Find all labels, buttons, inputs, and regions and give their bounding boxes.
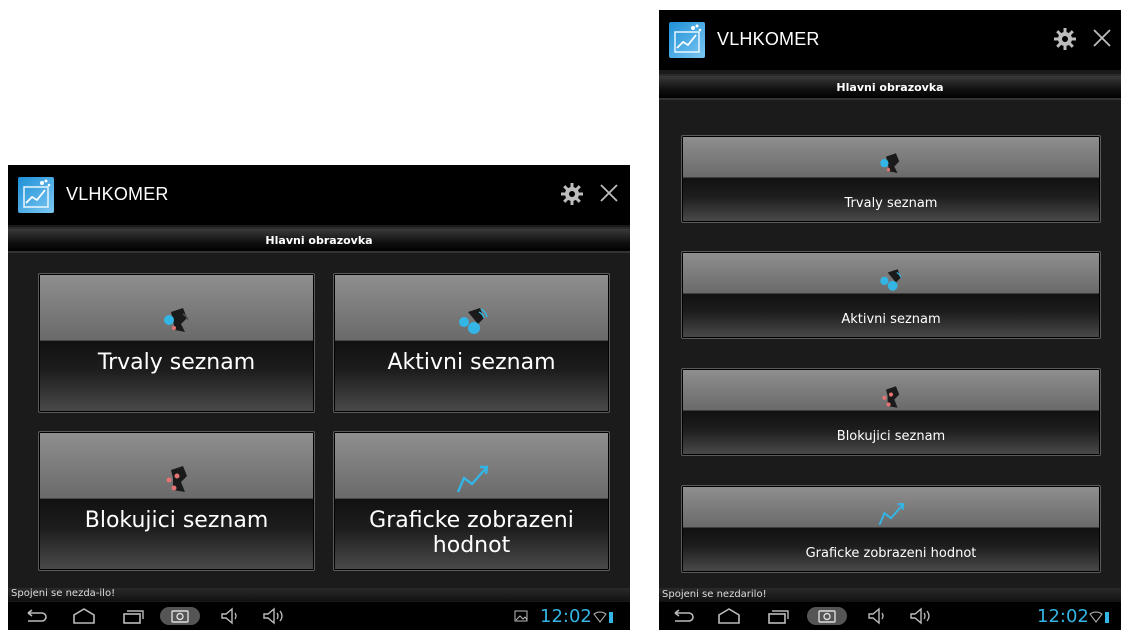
- app-title: VLHKOMER: [66, 184, 169, 204]
- settings-gear-icon[interactable]: [1053, 27, 1077, 51]
- blocking-list-button[interactable]: Blokujici seznam: [38, 431, 315, 571]
- app-title: VLHKOMER: [717, 29, 820, 49]
- wifi-battery-icon: [593, 611, 613, 623]
- active-list-button[interactable]: Aktivni seznam: [333, 273, 610, 413]
- recent-apps-icon[interactable]: [763, 607, 791, 625]
- permanent-list-label: Trvaly seznam: [844, 196, 938, 211]
- bluetooth-devices-icon: [163, 308, 189, 332]
- settings-gear-icon[interactable]: [560, 182, 584, 206]
- graph-values-label: Graficke zobrazeni hodnot: [805, 546, 977, 561]
- blocking-list-label: Blokujici seznam: [836, 429, 946, 444]
- bluetooth-active-icon: [458, 308, 488, 334]
- blocking-list-label: Blokujici seznam: [84, 508, 269, 533]
- volume-down-icon[interactable]: [216, 607, 244, 625]
- active-list-button[interactable]: Aktivni seznam: [681, 251, 1101, 339]
- back-icon[interactable]: [669, 607, 697, 625]
- system-nav-bar: 12:02: [659, 602, 1121, 630]
- bluetooth-blocked-icon: [166, 466, 187, 492]
- close-icon[interactable]: [598, 182, 620, 204]
- blocking-list-button[interactable]: Blokujici seznam: [681, 368, 1101, 456]
- permanent-list-label: Trvaly seznam: [97, 350, 256, 375]
- volume-up-icon[interactable]: [907, 607, 935, 625]
- trend-chart-icon: [878, 503, 905, 526]
- active-list-label: Aktivni seznam: [841, 312, 941, 327]
- system-nav-bar: 12:02: [8, 602, 630, 630]
- screenshot-icon[interactable]: [158, 607, 202, 625]
- home-icon[interactable]: [70, 607, 98, 625]
- bluetooth-devices-icon: [880, 153, 900, 174]
- screen-subtitle-bar: Hlavni obrazovka: [8, 227, 630, 253]
- screenshot-icon[interactable]: [805, 607, 849, 625]
- main-menu: Trvaly seznam Aktivni seznam Blokujici s…: [8, 253, 630, 588]
- close-icon[interactable]: [1091, 27, 1113, 49]
- permanent-list-button[interactable]: Trvaly seznam: [38, 273, 315, 413]
- permanent-list-button[interactable]: Trvaly seznam: [681, 135, 1101, 223]
- landscape-screen: VLHKOMER Hlavni obrazovka Trvaly seznam …: [8, 165, 630, 630]
- action-bar: VLHKOMER: [659, 10, 1121, 70]
- volume-up-icon[interactable]: [260, 607, 288, 625]
- app-logo-icon[interactable]: [18, 177, 54, 213]
- graph-values-button[interactable]: Graficke zobrazeni hodnot: [333, 431, 610, 571]
- portrait-screen: VLHKOMER Hlavni obrazovka Trvaly seznam …: [659, 10, 1121, 630]
- clock: 12:02: [540, 606, 592, 627]
- connection-status: Spojeni se nezdarilo!: [659, 588, 1121, 602]
- back-icon[interactable]: [22, 607, 50, 625]
- action-bar: VLHKOMER: [8, 165, 630, 225]
- graph-values-label: Graficke zobrazeni hodnot: [369, 508, 574, 558]
- volume-down-icon[interactable]: [863, 607, 891, 625]
- recent-apps-icon[interactable]: [118, 607, 146, 625]
- bluetooth-active-icon: [880, 269, 902, 291]
- home-icon[interactable]: [715, 607, 743, 625]
- bluetooth-blocked-icon: [882, 386, 900, 408]
- wifi-battery-icon: [1089, 611, 1109, 623]
- clock: 12:02: [1037, 606, 1089, 627]
- trend-chart-icon: [456, 465, 488, 493]
- screen-subtitle-bar: Hlavni obrazovka: [659, 74, 1121, 100]
- connection-status: Spojeni se nezda-ilo!: [8, 588, 630, 601]
- gallery-notification-icon: [514, 610, 528, 622]
- graph-values-button[interactable]: Graficke zobrazeni hodnot: [681, 485, 1101, 573]
- active-list-label: Aktivni seznam: [387, 350, 556, 375]
- app-logo-icon[interactable]: [669, 22, 705, 58]
- main-menu: Trvaly seznam Aktivni seznam Blokujici s…: [659, 100, 1121, 588]
